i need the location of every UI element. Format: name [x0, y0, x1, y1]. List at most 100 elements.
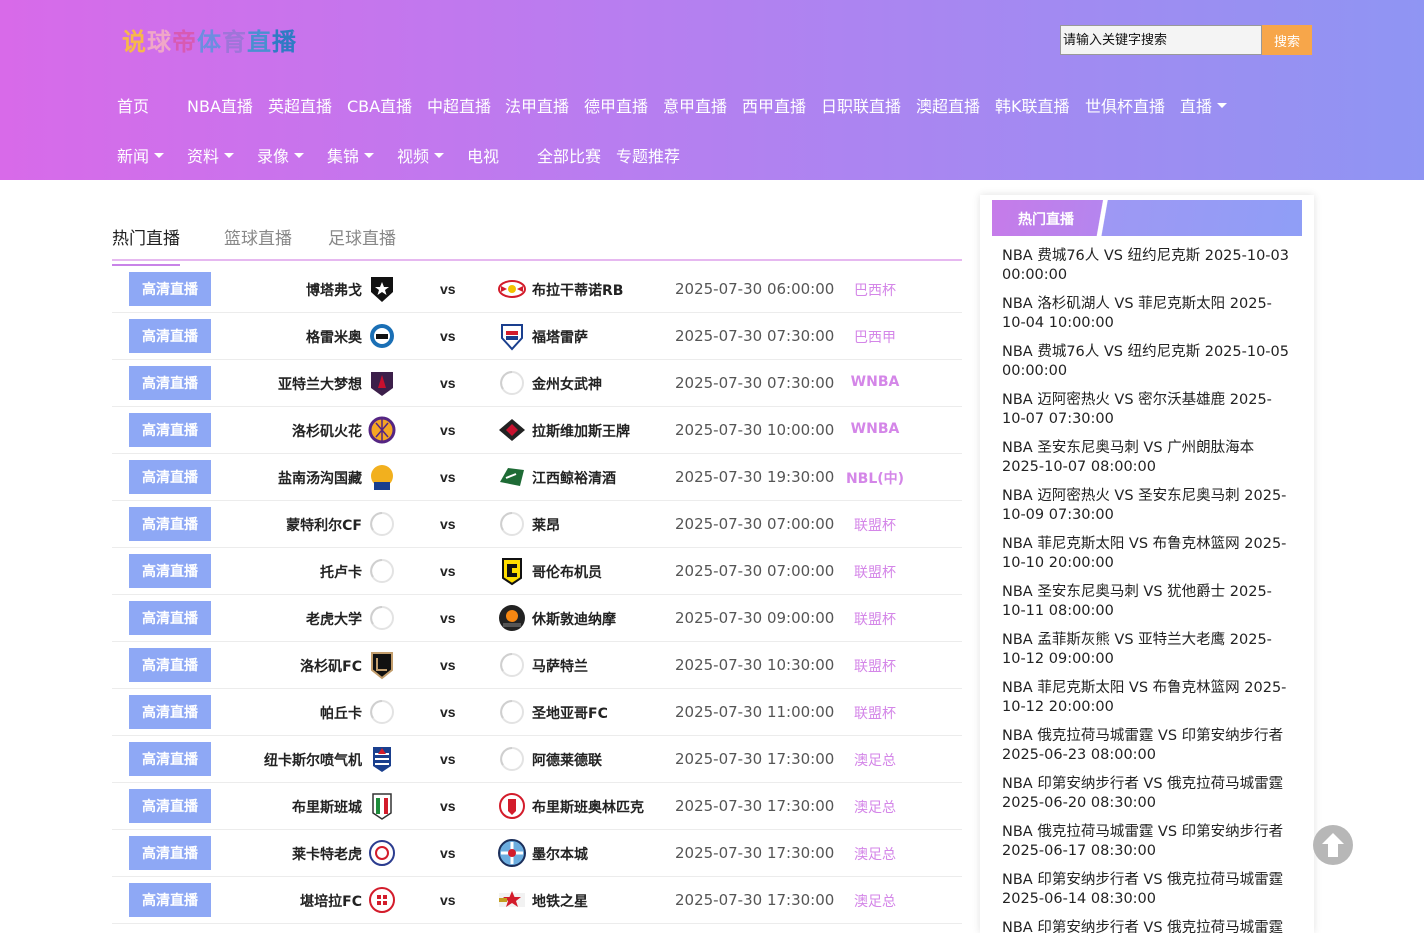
sidebar-match-link[interactable]: NBA 印第安纳步行者 VS 俄克拉荷马城雷霆: [1002, 919, 1292, 933]
hd-live-button[interactable]: 高清直播: [129, 366, 211, 400]
home-team-name[interactable]: 格雷米奥: [306, 327, 362, 347]
home-team-name[interactable]: 亚特兰大梦想: [278, 374, 362, 394]
hd-live-button[interactable]: 高清直播: [129, 836, 211, 870]
subnav-item[interactable]: 资料: [187, 143, 235, 167]
sidebar-match-link[interactable]: NBA 迈阿密热火 VS 密尔沃基雄鹿 2025-10-07 07:30:00: [1002, 391, 1292, 439]
sidebar-match-link[interactable]: NBA 圣安东尼奥马刺 VS 广州朗肽海本 2025-10-07 08:00:0…: [1002, 439, 1292, 487]
away-team-name[interactable]: 墨尔本城: [532, 844, 588, 864]
league-name[interactable]: 澳足总: [825, 750, 925, 770]
away-team-name[interactable]: 布里斯班奥林匹克: [532, 797, 644, 817]
sidebar-match-link[interactable]: NBA 印第安纳步行者 VS 俄克拉荷马城雷霆 2025-06-14 08:30…: [1002, 871, 1292, 919]
away-team-name[interactable]: 哥伦布机员: [532, 562, 602, 582]
nav-item[interactable]: 日职联直播: [821, 93, 901, 117]
hd-live-button[interactable]: 高清直播: [129, 601, 211, 635]
tab-basketball-live[interactable]: 篮球直播: [224, 224, 292, 249]
home-team-name[interactable]: 莱卡特老虎: [292, 844, 362, 864]
nav-item[interactable]: CBA直播: [347, 93, 412, 117]
away-team-name[interactable]: 阿德莱德联: [532, 750, 602, 770]
sidebar-match-link[interactable]: NBA 费城76人 VS 纽约尼克斯 2025-10-05 00:00:00: [1002, 343, 1292, 391]
away-team-name[interactable]: 马萨特兰: [532, 656, 588, 676]
home-team-name[interactable]: 洛杉矶火花: [292, 421, 362, 441]
home-team-name[interactable]: 托卢卡: [320, 562, 362, 582]
sidebar-match-link[interactable]: NBA 菲尼克斯太阳 VS 布鲁克林篮网 2025-10-12 20:00:00: [1002, 679, 1292, 727]
subnav-item[interactable]: 新闻: [117, 143, 165, 167]
subnav-item[interactable]: 电视: [467, 143, 499, 167]
nav-item[interactable]: 英超直播: [268, 93, 332, 117]
nav-item[interactable]: 西甲直播: [742, 93, 806, 117]
nav-item[interactable]: 德甲直播: [584, 93, 648, 117]
home-team-name[interactable]: 洛杉矶FC: [300, 656, 362, 676]
tab-football-live[interactable]: 足球直播: [328, 224, 396, 249]
nav-item[interactable]: 世俱杯直播: [1085, 93, 1165, 117]
home-team-name[interactable]: 老虎大学: [306, 609, 362, 629]
sidebar-match-link[interactable]: NBA 费城76人 VS 纽约尼克斯 2025-10-03 00:00:00: [1002, 247, 1292, 295]
hd-live-button[interactable]: 高清直播: [129, 319, 211, 353]
sidebar-match-link[interactable]: NBA 印第安纳步行者 VS 俄克拉荷马城雷霆 2025-06-20 08:30…: [1002, 775, 1292, 823]
away-team-name[interactable]: 莱昂: [532, 515, 560, 535]
league-name[interactable]: 联盟杯: [825, 703, 925, 723]
hd-live-button[interactable]: 高清直播: [129, 554, 211, 588]
away-team-name[interactable]: 布拉干蒂诺RB: [532, 280, 623, 300]
hd-live-button[interactable]: 高清直播: [129, 507, 211, 541]
home-team-name[interactable]: 纽卡斯尔喷气机: [264, 750, 362, 770]
hd-live-button[interactable]: 高清直播: [129, 789, 211, 823]
league-name[interactable]: 澳足总: [825, 797, 925, 817]
league-name[interactable]: 联盟杯: [825, 609, 925, 629]
hd-live-button[interactable]: 高清直播: [129, 742, 211, 776]
league-name[interactable]: NBL(中): [825, 468, 925, 488]
tab-hot-live[interactable]: 热门直播: [112, 224, 180, 266]
league-name[interactable]: 联盟杯: [825, 562, 925, 582]
league-name[interactable]: 巴西杯: [825, 280, 925, 300]
subnav-item[interactable]: 专题推荐: [616, 143, 680, 167]
league-name[interactable]: WNBA: [825, 421, 925, 437]
hd-live-button[interactable]: 高清直播: [129, 695, 211, 729]
nav-item[interactable]: NBA直播: [187, 93, 253, 117]
hd-live-button[interactable]: 高清直播: [129, 413, 211, 447]
sidebar-match-link[interactable]: NBA 洛杉矶湖人 VS 菲尼克斯太阳 2025-10-04 10:00:00: [1002, 295, 1292, 343]
away-team-name[interactable]: 圣地亚哥FC: [532, 703, 608, 723]
hd-live-button[interactable]: 高清直播: [129, 272, 211, 306]
nav-item[interactable]: 意甲直播: [663, 93, 727, 117]
nav-item[interactable]: 澳超直播: [916, 93, 980, 117]
nav-item[interactable]: 直播: [1180, 93, 1228, 117]
back-to-top-button[interactable]: [1313, 825, 1353, 865]
league-name[interactable]: 澳足总: [825, 891, 925, 911]
sidebar-match-link[interactable]: NBA 孟菲斯灰熊 VS 亚特兰大老鹰 2025-10-12 09:00:00: [1002, 631, 1292, 679]
nav-item[interactable]: 中超直播: [427, 93, 491, 117]
sidebar-match-link[interactable]: NBA 菲尼克斯太阳 VS 布鲁克林篮网 2025-10-10 20:00:00: [1002, 535, 1292, 583]
league-name[interactable]: 联盟杯: [825, 656, 925, 676]
away-team-name[interactable]: 金州女武神: [532, 374, 602, 394]
hd-live-button[interactable]: 高清直播: [129, 460, 211, 494]
hd-live-button[interactable]: 高清直播: [129, 883, 211, 917]
away-team-name[interactable]: 江西鲸裕清酒: [532, 468, 616, 488]
nav-item[interactable]: 法甲直播: [505, 93, 569, 117]
sidebar-match-link[interactable]: NBA 俄克拉荷马城雷霆 VS 印第安纳步行者 2025-06-17 08:30…: [1002, 823, 1292, 871]
home-team-name[interactable]: 蒙特利尔CF: [286, 515, 362, 535]
subnav-item[interactable]: 集锦: [327, 143, 375, 167]
away-team-name[interactable]: 休斯敦迪纳摩: [532, 609, 616, 629]
league-name[interactable]: 巴西甲: [825, 327, 925, 347]
away-team-name[interactable]: 福塔雷萨: [532, 327, 588, 347]
away-team-name[interactable]: 地铁之星: [532, 891, 588, 911]
home-team-name[interactable]: 博塔弗戈: [306, 280, 362, 300]
home-team-name[interactable]: 盐南汤沟国藏: [278, 468, 362, 488]
league-name[interactable]: 澳足总: [825, 844, 925, 864]
sidebar-match-link[interactable]: NBA 俄克拉荷马城雷霆 VS 印第安纳步行者 2025-06-23 08:00…: [1002, 727, 1292, 775]
subnav-item[interactable]: 录像: [257, 143, 305, 167]
home-team-name[interactable]: 堪培拉FC: [300, 891, 362, 911]
search-input[interactable]: [1060, 25, 1262, 55]
home-team-name[interactable]: 帕丘卡: [320, 703, 362, 723]
subnav-item[interactable]: 视频: [397, 143, 445, 167]
league-name[interactable]: WNBA: [825, 374, 925, 390]
hd-live-button[interactable]: 高清直播: [129, 648, 211, 682]
sidebar-match-link[interactable]: NBA 圣安东尼奥马刺 VS 犹他爵士 2025-10-11 08:00:00: [1002, 583, 1292, 631]
search-button[interactable]: 搜索: [1262, 25, 1312, 55]
site-logo[interactable]: 说球帝体育直播: [122, 22, 297, 57]
sidebar-match-link[interactable]: NBA 迈阿密热火 VS 圣安东尼奥马刺 2025-10-09 07:30:00: [1002, 487, 1292, 535]
league-name[interactable]: 联盟杯: [825, 515, 925, 535]
away-team-name[interactable]: 拉斯维加斯王牌: [532, 421, 630, 441]
nav-item[interactable]: 首页: [117, 93, 149, 117]
nav-item[interactable]: 韩K联直播: [995, 93, 1070, 117]
subnav-item[interactable]: 全部比赛: [537, 143, 601, 167]
home-team-name[interactable]: 布里斯班城: [292, 797, 362, 817]
